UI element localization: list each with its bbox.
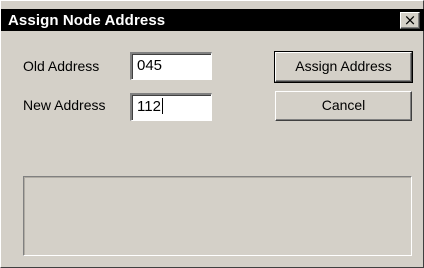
cancel-button-label: Cancel — [321, 97, 366, 113]
old-address-field[interactable]: 045 — [130, 52, 212, 80]
assign-address-button-label: Assign Address — [295, 58, 392, 74]
close-button[interactable]: × — [400, 12, 420, 29]
window-title: Assign Node Address — [8, 12, 166, 29]
new-address-value: 112 — [137, 98, 161, 115]
status-panel — [23, 176, 412, 256]
close-icon: × — [403, 11, 417, 29]
new-address-field[interactable]: 112 — [130, 93, 212, 121]
old-address-value: 045 — [137, 57, 163, 74]
cancel-button[interactable]: Cancel — [275, 91, 412, 121]
assign-node-address-dialog: Assign Node Address × Old Address 045 Ne… — [0, 0, 424, 268]
new-address-label: New Address — [23, 97, 106, 113]
title-bar: Assign Node Address × — [1, 9, 424, 31]
assign-address-button[interactable]: Assign Address — [274, 51, 413, 83]
old-address-label: Old Address — [23, 58, 100, 74]
text-caret — [161, 98, 163, 114]
